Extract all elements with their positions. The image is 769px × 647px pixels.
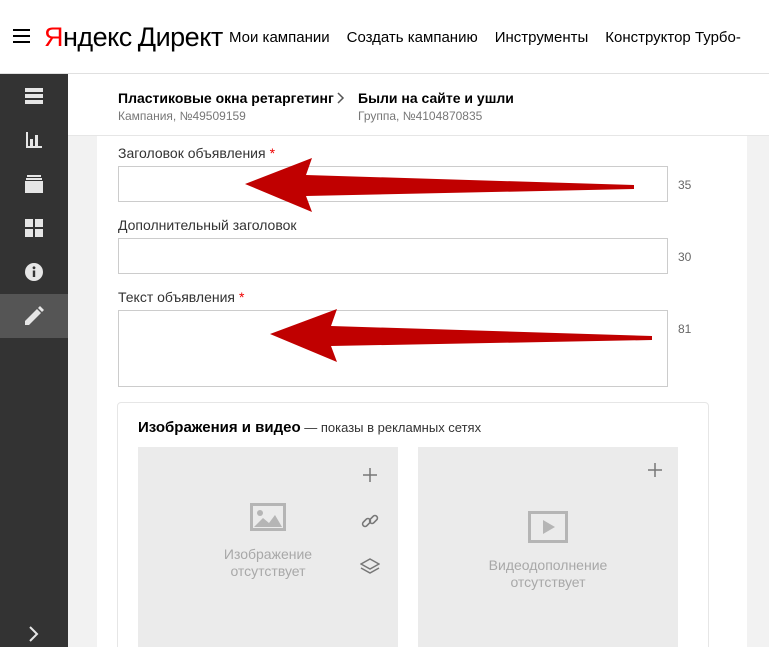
image-gallery-button[interactable] (360, 557, 380, 577)
headline-label-text: Заголовок объявления (118, 145, 266, 161)
video-placeholder-icon (528, 511, 568, 543)
media-section-title: Изображения и видео — показы в рекламных… (138, 419, 481, 436)
campaign-number: Кампания, №49509159 (118, 109, 246, 123)
breadcrumb-group[interactable]: Были на сайте и ушли Группа, №4104870835 (358, 90, 514, 123)
nav-my-campaigns[interactable]: Мои кампании (229, 29, 330, 46)
media-title-text: Изображения и видео (138, 419, 301, 436)
list-icon (25, 88, 43, 104)
video-empty-line1: Видеодополнение (488, 557, 608, 573)
breadcrumb-separator (337, 91, 345, 109)
image-tile: Изображение отсутствует (138, 447, 398, 647)
nav-tools[interactable]: Инструменты (495, 29, 589, 46)
sidebar-item-stats[interactable] (0, 118, 68, 162)
pencil-icon (25, 306, 44, 325)
chevron-right-icon (337, 92, 345, 104)
group-title: Были на сайте и ушли (358, 90, 514, 106)
image-empty-line1: Изображение (223, 546, 313, 562)
archive-icon (25, 175, 43, 193)
media-subtitle-text: — показы в рекламных сетях (300, 420, 482, 435)
extra-headline-input[interactable] (118, 238, 668, 274)
sidebar-item-grid[interactable] (0, 206, 68, 250)
group-number: Группа, №4104870835 (358, 109, 483, 123)
nav-create-campaign[interactable]: Создать кампанию (347, 29, 478, 46)
required-mark: * (269, 145, 276, 161)
ad-edit-form: Заголовок объявления * 35 Дополнительный … (97, 136, 747, 647)
image-empty-line2: отсутствует (230, 563, 306, 579)
campaign-title: Пластиковые окна ретаргетинг (118, 90, 334, 106)
nav-turbo-constructor[interactable]: Конструктор Турбо- (605, 29, 741, 46)
sidebar-item-info[interactable] (0, 250, 68, 294)
add-image-by-link-button[interactable] (360, 511, 380, 531)
extra-headline-char-counter: 30 (678, 250, 692, 264)
yandex-direct-logo[interactable]: Яндекс Директ (44, 22, 223, 53)
sidebar-expand-button[interactable] (0, 612, 68, 647)
breadcrumb-campaign[interactable]: Пластиковые окна ретаргетинг Кампания, №… (118, 90, 334, 123)
ad-text-input[interactable] (118, 310, 668, 387)
headline-char-counter: 35 (678, 178, 692, 192)
image-empty-text: Изображение отсутствует (138, 546, 398, 580)
chevron-right-icon (29, 626, 39, 642)
extra-headline-label: Дополнительный заголовок (118, 217, 297, 233)
logo-direct-text: Директ (137, 22, 223, 52)
headline-input[interactable] (118, 166, 668, 202)
sidebar-item-archive[interactable] (0, 162, 68, 206)
top-header: Яндекс Директ Мои кампании Создать кампани… (0, 0, 769, 74)
video-empty-line2: отсутствует (510, 574, 586, 590)
images-and-video-section: Изображения и видео — показы в рекламных… (117, 402, 709, 647)
plus-icon (363, 468, 377, 482)
add-video-button[interactable] (645, 460, 665, 480)
headline-label: Заголовок объявления * (118, 145, 275, 161)
left-sidebar (0, 74, 68, 647)
layers-icon (360, 558, 380, 574)
top-navigation: Мои кампании Создать кампанию Инструменты К… (229, 29, 758, 46)
ad-text-char-counter: 81 (678, 322, 692, 336)
image-placeholder-icon (250, 503, 286, 531)
menu-icon[interactable] (13, 29, 30, 43)
video-empty-text: Видеодополнение отсутствует (418, 557, 678, 591)
logo-ya-letter: Я (44, 22, 64, 52)
link-icon (361, 514, 379, 528)
sidebar-item-edit[interactable] (0, 294, 68, 338)
add-image-button[interactable] (360, 465, 380, 485)
plus-icon (648, 463, 662, 477)
logo-yandex-text: ндекс (63, 22, 132, 52)
sidebar-item-list[interactable] (0, 74, 68, 118)
required-mark: * (239, 289, 245, 305)
grid-icon (25, 219, 43, 237)
ad-text-label: Текст объявления * (118, 289, 244, 305)
chart-icon (26, 132, 42, 148)
ad-text-label-text: Текст объявления (118, 289, 236, 305)
info-icon (25, 263, 43, 281)
video-tile: Видеодополнение отсутствует (418, 447, 678, 647)
breadcrumb: Пластиковые окна ретаргетинг Кампания, №… (68, 74, 769, 136)
